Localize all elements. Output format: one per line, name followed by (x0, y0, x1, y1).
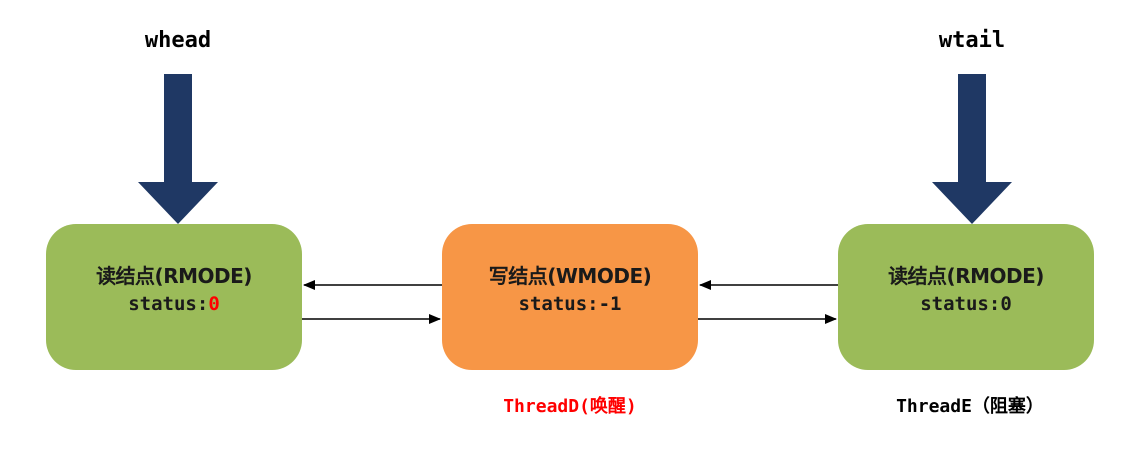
node-title: 写结点(WMODE) (488, 264, 652, 288)
status-value: 0 (1000, 293, 1012, 315)
node-status: status:0 (128, 291, 220, 317)
status-prefix: status: (518, 293, 599, 315)
node-title: 读结点(RMODE) (888, 264, 1044, 288)
status-value: -1 (598, 293, 622, 315)
write-node-center: 写结点(WMODE) status:-1 (442, 224, 698, 370)
wtail-pointer-arrow-icon (932, 74, 1012, 224)
whead-label: whead (144, 28, 212, 53)
thread-e-label: ThreadE（阻塞） (896, 396, 1044, 417)
node-title: 读结点(RMODE) (96, 264, 252, 288)
status-prefix: status: (920, 293, 1001, 315)
thread-d-label: ThreadD(唤醒) (503, 396, 637, 417)
status-prefix: status: (128, 293, 209, 315)
status-value: 0 (208, 293, 220, 315)
read-node-right: 读结点(RMODE) status:0 (838, 224, 1094, 370)
read-node-left: 读结点(RMODE) status:0 (46, 224, 302, 370)
wtail-label: wtail (938, 28, 1006, 53)
node-status: status:0 (920, 291, 1012, 317)
whead-pointer-arrow-icon (138, 74, 218, 224)
node-status: status:-1 (519, 291, 622, 317)
